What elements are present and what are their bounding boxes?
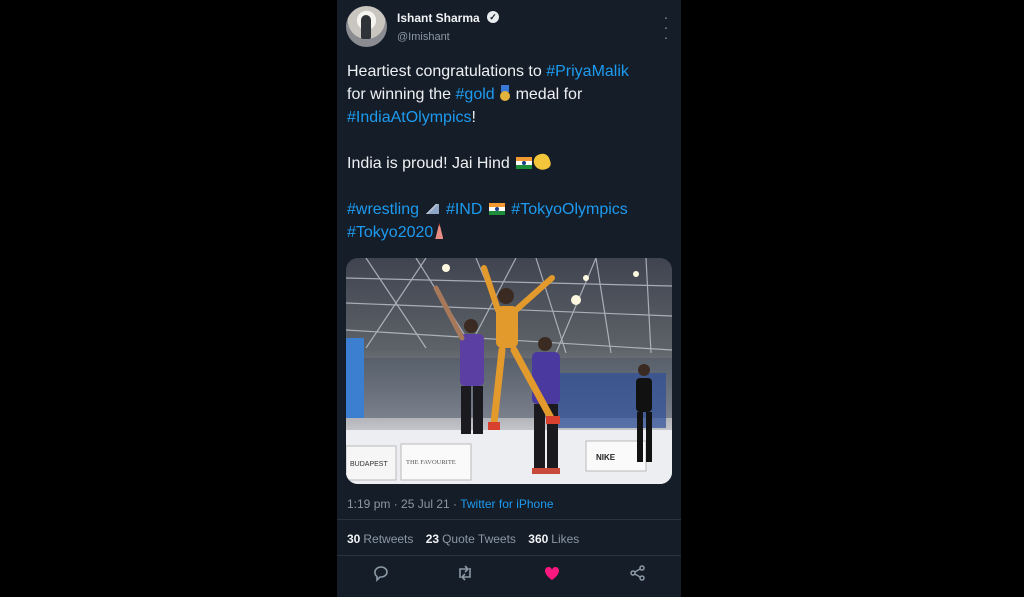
tweet-line-1: Heartiest congratulations to #PriyaMalik bbox=[347, 60, 671, 83]
tweet-text: Heartiest congratulations to #PriyaMalik… bbox=[347, 60, 671, 244]
tweet-line-3: #IndiaAtOlympics! bbox=[347, 106, 671, 129]
quote-tweets-stat[interactable]: 23 Quote Tweets bbox=[426, 532, 516, 546]
reply-icon[interactable] bbox=[371, 563, 391, 583]
mountain-icon bbox=[425, 204, 440, 214]
retweets-count: 30 bbox=[347, 532, 361, 546]
tweet-text-span: medal for bbox=[511, 86, 583, 103]
source-link[interactable]: Twitter for iPhone bbox=[460, 497, 553, 511]
tweet-text-span: India is proud! Jai Hind bbox=[347, 155, 515, 172]
divider bbox=[337, 519, 681, 520]
tweet-timestamp: 1:19 pm · 25 Jul 21 · Twitter for iPhone bbox=[347, 497, 554, 511]
likes-label: Likes bbox=[551, 532, 580, 546]
tweet-header: Ishant Sharma ✓ @Imishant · · · bbox=[346, 6, 681, 50]
verified-badge-icon: ✓ bbox=[487, 11, 499, 23]
photo-illustration: BUDAPEST THE FAVOURITE NIKE bbox=[346, 258, 672, 484]
india-flag-icon bbox=[516, 157, 533, 169]
engagement-stats: 30 Retweets 23 Quote Tweets 360 Likes bbox=[347, 532, 588, 546]
likes-stat[interactable]: 360 Likes bbox=[528, 532, 579, 546]
likes-count: 360 bbox=[528, 532, 549, 546]
avatar-figure bbox=[361, 15, 371, 39]
hashtag-ind[interactable]: #IND bbox=[446, 201, 482, 218]
author-avatar[interactable] bbox=[346, 6, 387, 47]
more-vertical-icon[interactable]: · · · bbox=[663, 10, 669, 44]
tweet-actions bbox=[337, 563, 681, 589]
hashtag-indiaatolympics[interactable]: #IndiaAtOlympics bbox=[347, 109, 472, 126]
share-icon[interactable] bbox=[628, 563, 648, 583]
tweet-line-5: #wrestling #IND #TokyoOlympics bbox=[347, 198, 671, 221]
sign-right-text: NIKE bbox=[596, 453, 616, 462]
tweet-line-2: for winning the #gold medal for bbox=[347, 83, 671, 106]
hashtag-priyamalik[interactable]: #PriyaMalik bbox=[546, 63, 629, 80]
medal-icon bbox=[499, 85, 511, 101]
sign-mid-text: THE FAVOURITE bbox=[406, 459, 456, 466]
scoreboard bbox=[346, 338, 364, 418]
retweet-icon[interactable] bbox=[455, 563, 475, 583]
author-name[interactable]: Ishant Sharma bbox=[397, 11, 480, 25]
like-icon[interactable] bbox=[542, 563, 562, 583]
tokyo-tower-icon bbox=[435, 223, 444, 239]
retweets-stat[interactable]: 30 Retweets bbox=[347, 532, 413, 546]
tweet-line-6: #Tokyo2020 bbox=[347, 221, 671, 244]
tweet-line-4: India is proud! Jai Hind bbox=[347, 151, 671, 175]
hashtag-gold[interactable]: #gold bbox=[456, 86, 495, 103]
divider bbox=[337, 555, 681, 556]
author-handle[interactable]: @Imishant bbox=[397, 31, 450, 43]
timestamp-text: 1:19 pm · 25 Jul 21 · bbox=[347, 497, 461, 511]
clapping-hands-icon bbox=[531, 151, 553, 173]
tweet-text-span: ! bbox=[471, 109, 476, 126]
india-flag-icon bbox=[488, 203, 505, 215]
tweet-text-span: Heartiest congratulations to bbox=[347, 63, 547, 80]
quote-tweets-count: 23 bbox=[425, 532, 440, 546]
hashtag-wrestling[interactable]: #wrestling bbox=[347, 201, 419, 218]
tweet-photo[interactable]: BUDAPEST THE FAVOURITE NIKE bbox=[346, 258, 672, 484]
quote-tweets-label: Quote Tweets bbox=[442, 532, 516, 546]
sign-left-text: BUDAPEST bbox=[350, 461, 388, 468]
retweets-label: Retweets bbox=[363, 532, 414, 546]
hashtag-tokyo2020[interactable]: #Tokyo2020 bbox=[347, 224, 433, 241]
hashtag-tokyoolympics[interactable]: #TokyoOlympics bbox=[511, 201, 627, 218]
tweet-text-span: for winning the bbox=[347, 86, 456, 103]
tweet-detail-view: Ishant Sharma ✓ @Imishant · · · Heartiest … bbox=[337, 0, 681, 597]
